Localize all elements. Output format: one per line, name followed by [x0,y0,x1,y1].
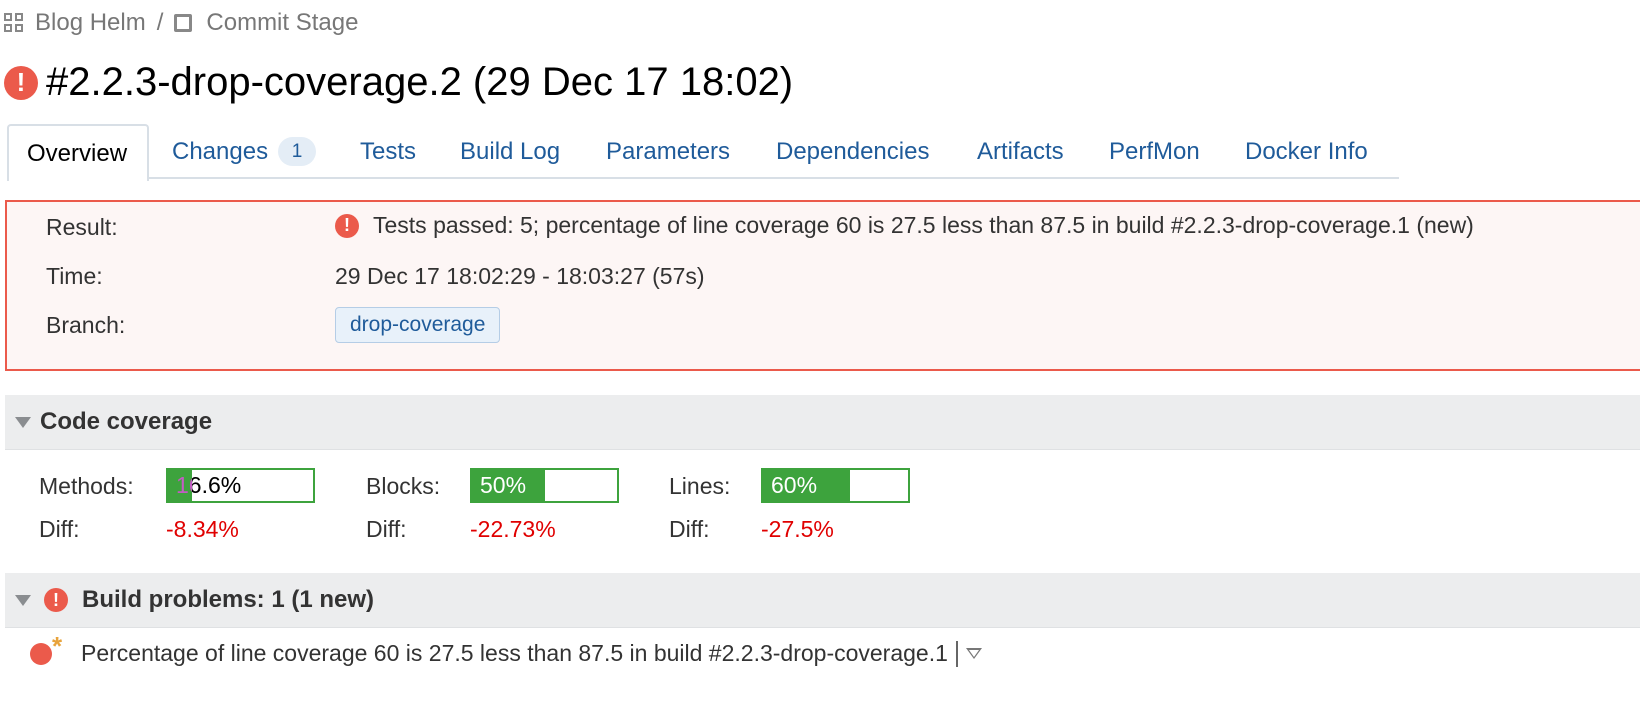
tab-overview[interactable]: Overview [7,124,150,181]
time-value: 29 Dec 17 18:02:29 - 18:03:27 (57s) [335,263,705,289]
tab-tests-label: Tests [360,137,417,165]
blocks-coverage-bar: 50% [470,468,619,503]
divider [955,640,958,667]
lines-coverage-bar: 60% [761,468,910,503]
tab-tests[interactable]: Tests [360,124,416,179]
tab-build-log-label: Build Log [460,137,561,165]
result-value: ! Tests passed: 5; percentage of line co… [335,212,1474,239]
blocks-diff-label: Diff: [366,516,407,542]
methods-coverage-value: 16.6% [176,472,242,498]
build-config-icon [174,14,193,32]
tab-dependencies[interactable]: Dependencies [776,124,929,179]
branch-tag[interactable]: drop-coverage [335,307,501,343]
code-coverage-header[interactable]: Code coverage [5,395,1640,450]
tab-parameters[interactable]: Parameters [606,124,730,179]
page-title: #2.2.3-drop-coverage.2 (29 Dec 17 18:02) [46,60,794,104]
build-problems-title: Build problems: 1 (1 new) [82,586,375,613]
tab-dependencies-label: Dependencies [776,137,930,165]
methods-diff-value: -8.34% [166,516,239,542]
code-coverage-title: Code coverage [40,408,213,435]
methods-label: Methods: [39,473,134,499]
breadcrumb-build-config-link[interactable]: Commit Stage [206,9,358,37]
methods-diff-label: Diff: [39,516,80,542]
build-tabs: Overview Changes 1 Tests Build Log Param… [7,124,1399,181]
time-label: Time: [46,263,103,289]
tab-changes[interactable]: Changes 1 [172,124,317,179]
tab-build-log[interactable]: Build Log [460,124,560,179]
tab-changes-label: Changes [172,137,269,165]
breadcrumb: Blog Helm / Commit Stage [4,9,358,37]
breadcrumb-separator: / [156,9,164,36]
project-grid-icon [4,13,24,33]
build-problems-error-icon: ! [44,588,68,612]
result-error-icon: ! [335,213,359,238]
tab-docker-info[interactable]: Docker Info [1245,124,1368,179]
branch-label: Branch: [46,312,126,338]
lines-label: Lines: [669,473,731,499]
blocks-label: Blocks: [366,473,441,499]
problem-text: Percentage of line coverage 60 is 27.5 l… [81,640,948,666]
lines-coverage-value: 60% [771,472,818,498]
tab-artifacts-label: Artifacts [977,137,1064,165]
build-problem-item: * Percentage of line coverage 60 is 27.5… [30,631,982,667]
collapse-triangle-icon[interactable] [15,416,31,428]
collapse-triangle-icon[interactable] [15,594,31,606]
problem-actions-dropdown-icon[interactable] [965,648,982,659]
build-title-row: ! #2.2.3-drop-coverage.2 (29 Dec 17 18:0… [4,60,793,105]
blocks-diff-value: -22.73% [470,516,556,542]
problem-status-icon: * [30,631,62,665]
blocks-coverage-value: 50% [480,472,527,498]
build-failed-icon: ! [4,65,38,100]
build-result-panel: Result: ! Tests passed: 5; percentage of… [5,200,1640,371]
tab-perfmon[interactable]: PerfMon [1109,124,1200,179]
tab-docker-info-label: Docker Info [1245,137,1368,165]
changes-count-badge: 1 [278,137,317,166]
tab-perfmon-label: PerfMon [1109,137,1200,165]
branch-value: drop-coverage [335,307,501,343]
tab-artifacts[interactable]: Artifacts [977,124,1064,179]
result-label: Result: [46,214,118,240]
methods-coverage-bar: 16.6% [166,468,315,503]
tab-overview-label: Overview [27,139,128,167]
tab-parameters-label: Parameters [606,137,731,165]
lines-diff-value: -27.5% [761,516,834,542]
new-problem-star-icon: * [52,630,63,661]
lines-diff-label: Diff: [669,516,710,542]
build-problems-header[interactable]: ! Build problems: 1 (1 new) [5,573,1640,628]
breadcrumb-project-link[interactable]: Blog Helm [35,9,146,37]
result-text: Tests passed: 5; percentage of line cove… [373,212,1474,238]
